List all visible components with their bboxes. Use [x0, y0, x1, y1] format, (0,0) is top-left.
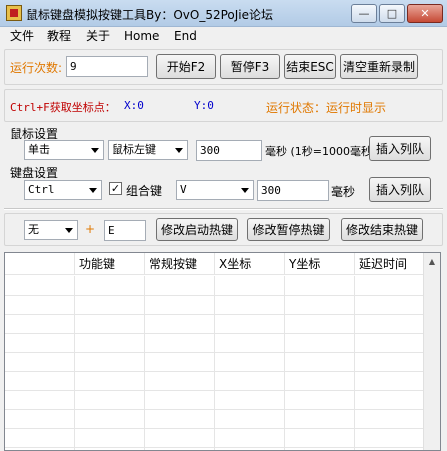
change-start-hotkey-button[interactable]: 修改启动热键: [156, 218, 238, 241]
plus-sign: +: [85, 222, 96, 236]
grid-row-line: [5, 390, 425, 391]
column-header-y[interactable]: Y坐标: [285, 253, 355, 275]
keyboard-modifier-value: Ctrl: [28, 183, 55, 196]
mouse-button-value: 鼠标左键: [112, 143, 156, 156]
menu-file[interactable]: 文件: [10, 27, 34, 45]
keyboard-key-value: V: [180, 183, 187, 196]
menu-tutorial[interactable]: 教程: [47, 27, 71, 45]
grid-row-line: [5, 314, 425, 315]
keyboard-modifier-select[interactable]: Ctrl: [24, 180, 102, 200]
mouse-delay-unit: 毫秒 (1秒=1000毫秒): [265, 145, 377, 158]
hotkey-modifier-value: 无: [28, 223, 39, 236]
end-button[interactable]: 结束ESC: [284, 54, 336, 79]
column-header-function-key[interactable]: 功能键: [75, 253, 145, 275]
combo-key-label: 组合键: [126, 184, 163, 198]
vertical-scrollbar[interactable]: ▲: [423, 253, 440, 450]
keyboard-delay-input[interactable]: 300: [257, 180, 329, 201]
run-status: 运行状态：运行时显示: [266, 101, 387, 115]
mouse-action-select[interactable]: 单击: [24, 140, 104, 160]
menu-about[interactable]: 关于: [86, 27, 110, 45]
divider: [4, 208, 443, 210]
chevron-down-icon: [65, 228, 73, 233]
column-header-normal-key[interactable]: 常规按键: [145, 253, 215, 275]
combo-key-checkbox[interactable]: ✓: [109, 182, 122, 195]
chevron-down-icon: [91, 148, 99, 153]
change-pause-hotkey-button[interactable]: 修改暂停热键: [247, 218, 330, 241]
grid-row-line: [5, 371, 425, 372]
mouse-button-select[interactable]: 鼠标左键: [108, 140, 188, 160]
chevron-down-icon: [89, 188, 97, 193]
scroll-up-icon[interactable]: ▲: [424, 253, 440, 270]
grid-row-line: [5, 447, 425, 448]
menu-bar: 文件 教程 关于 Home End: [0, 27, 447, 45]
table-body: [5, 276, 425, 450]
run-count-input[interactable]: 9: [66, 56, 148, 77]
grid-column-line: [214, 276, 215, 450]
grid-row-line: [5, 333, 425, 334]
start-button[interactable]: 开始F2: [156, 54, 216, 79]
run-count-label: 运行次数:: [10, 61, 63, 75]
hotkey-modifier-select[interactable]: 无: [24, 220, 78, 240]
grid-column-line: [354, 276, 355, 450]
menu-end[interactable]: End: [174, 27, 197, 45]
grid-row-line: [5, 295, 425, 296]
grid-column-line: [144, 276, 145, 450]
pause-button[interactable]: 暂停F3: [220, 54, 280, 79]
chevron-down-icon: [175, 148, 183, 153]
window-title: 鼠标键盘模拟按键工具By：OvO_52PoJie论坛: [26, 8, 274, 22]
maximize-button[interactable]: □: [379, 4, 405, 23]
keyboard-insert-queue-button[interactable]: 插入列队: [369, 177, 431, 202]
keyboard-key-select[interactable]: V: [176, 180, 254, 200]
column-header-index: [5, 253, 75, 275]
hotkey-key-input[interactable]: E: [104, 220, 146, 241]
grid-column-line: [74, 276, 75, 450]
title-bar: 鼠标键盘模拟按键工具By：OvO_52PoJie论坛 — □ ✕: [0, 0, 447, 27]
change-end-hotkey-button[interactable]: 修改结束热键: [341, 218, 423, 241]
mouse-action-value: 单击: [28, 143, 50, 156]
minimize-button[interactable]: —: [351, 4, 377, 23]
mouse-insert-queue-button[interactable]: 插入列队: [369, 136, 431, 161]
grid-row-line: [5, 409, 425, 410]
coord-hint: Ctrl+F获取坐标点：: [10, 101, 116, 114]
app-icon: [6, 5, 22, 21]
grid-column-line: [284, 276, 285, 450]
grid-row-line: [5, 352, 425, 353]
menu-home[interactable]: Home: [124, 27, 159, 45]
mouse-delay-input[interactable]: 300: [196, 140, 262, 161]
column-header-delay[interactable]: 延迟时间: [355, 253, 425, 275]
y-coord-value: Y:0: [194, 99, 214, 112]
clear-rerecord-button[interactable]: 清空重新录制: [340, 54, 418, 79]
action-queue-table[interactable]: 功能键 常规按键 X坐标 Y坐标 延迟时间 ▲: [4, 252, 441, 451]
keyboard-settings-label: 键盘设置: [10, 166, 59, 180]
keyboard-delay-unit: 毫秒: [331, 185, 356, 199]
chevron-down-icon: [241, 188, 249, 193]
grid-row-line: [5, 428, 425, 429]
x-coord-value: X:0: [124, 99, 144, 112]
column-header-x[interactable]: X坐标: [215, 253, 285, 275]
close-button[interactable]: ✕: [407, 4, 443, 23]
